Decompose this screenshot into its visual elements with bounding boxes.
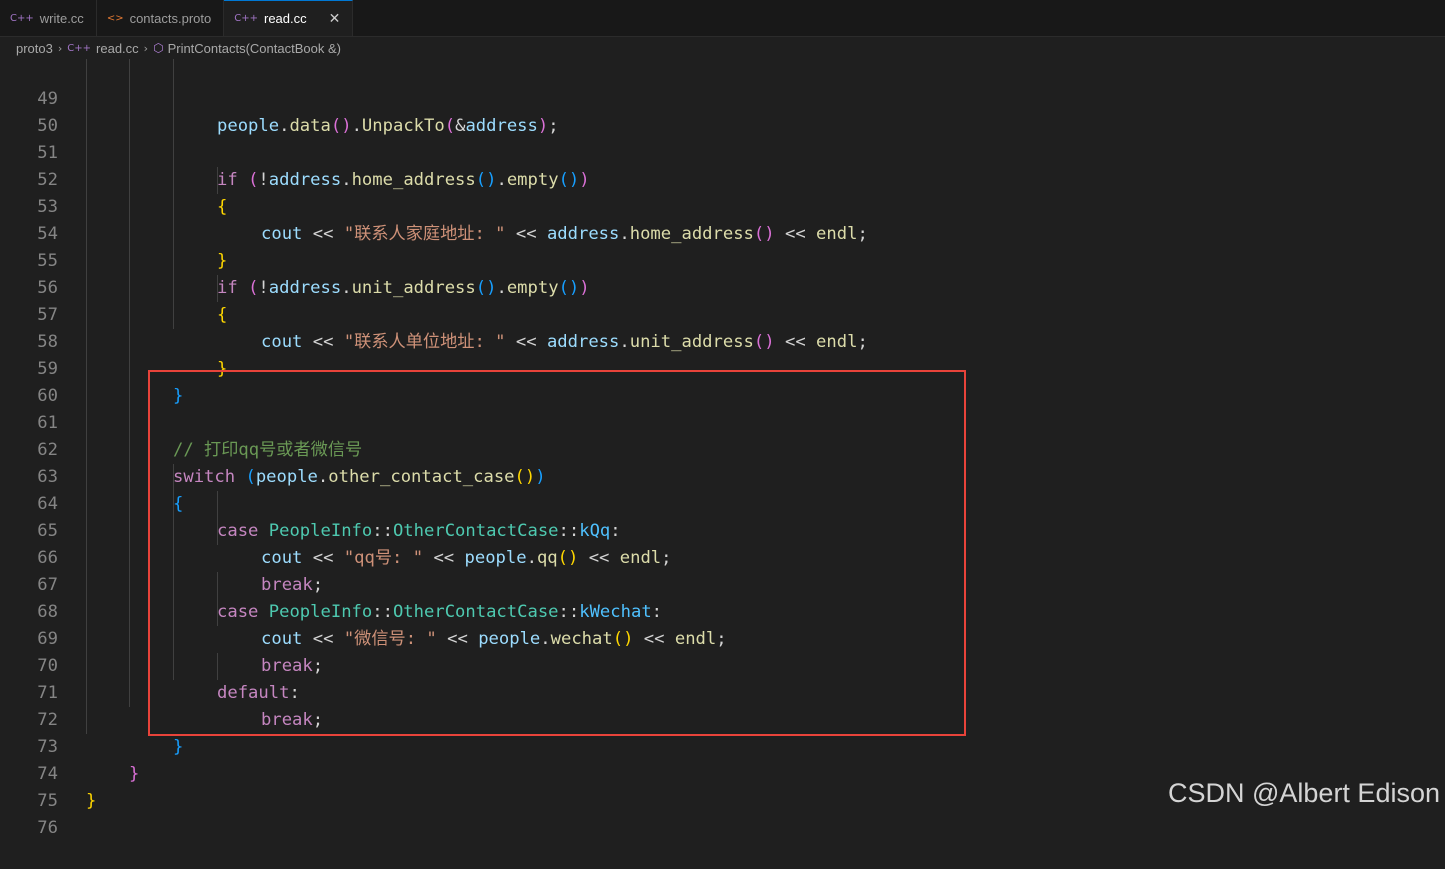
code-line: 54 } [0,194,1445,271]
proto-file-icon: <> [106,12,124,24]
tab-read-cc[interactable]: C++ read.cc ✕ [224,0,354,36]
method-symbol-icon: ⬡ [153,41,164,55]
code-line: 53 cout << "联系人家庭地址: " << address.home_a… [0,167,1445,244]
highlight-box [148,370,966,736]
tab-contacts-proto[interactable]: <> contacts.proto [96,0,225,36]
tab-label: contacts.proto [129,10,212,26]
cpp-file-icon: C++ [10,12,34,24]
breadcrumb-folder[interactable]: proto3 [16,41,53,56]
cpp-file-icon: C++ [67,42,92,54]
editor-tab-bar: C++ write.cc <> contacts.proto C++ read.… [0,0,1445,37]
code-line: 50 [0,86,1445,136]
code-line: 57 cout << "联系人单位地址: " << address.unit_a… [0,275,1445,352]
tab-label: read.cc [263,11,307,26]
code-line: 49 people.data().UnpackTo(&address); [0,59,1445,136]
code-line: 56 { [0,248,1445,325]
line-number: 76 [37,818,58,838]
tab-label: write.cc [39,10,84,26]
tab-write-cc[interactable]: C++ write.cc [0,0,97,36]
breadcrumb: proto3 › C++ read.cc › ⬡ PrintContacts(C… [0,37,1445,59]
code-line: 58 } [0,302,1445,379]
close-icon[interactable]: ✕ [329,11,341,27]
cpp-file-icon: C++ [234,13,258,24]
chevron-right-icon: › [57,41,63,55]
code-line: 55 if (!address.unit_address().empty()) [0,221,1445,298]
chevron-right-icon: › [143,41,149,55]
breadcrumb-file[interactable]: read.cc [96,41,139,56]
code-line: 74 } [0,734,1445,811]
code-line: 59 } [0,329,1445,406]
code-line: 51 if (!address.home_address().empty()) [0,113,1445,190]
breadcrumb-symbol[interactable]: PrintContacts(ContactBook &) [168,41,341,56]
watermark: CSDN @Albert Edison [1167,778,1440,808]
code-editor[interactable]: 49 people.data().UnpackTo(&address); 50 … [0,59,1445,838]
code-line: 52 { [0,140,1445,217]
